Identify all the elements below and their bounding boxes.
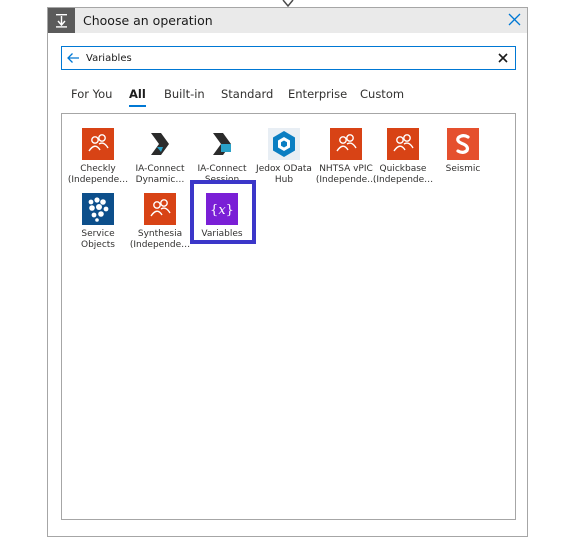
people-icon bbox=[144, 193, 176, 225]
connector-label: IA-Connect Dynamic… bbox=[135, 164, 185, 185]
search-box bbox=[61, 46, 516, 70]
connector-label: Seismic bbox=[445, 164, 481, 174]
people-icon bbox=[330, 128, 362, 160]
connector-nhtsa-vpic[interactable]: NHTSA vPIC (Independe… bbox=[315, 128, 377, 190]
ia-connect-session-icon bbox=[206, 128, 238, 160]
connector-variables[interactable]: {x} Variables bbox=[191, 193, 253, 255]
jedox-hexagon-icon bbox=[268, 128, 300, 160]
connector-label: Quickbase (Independe… bbox=[372, 164, 434, 185]
connector-ia-connect-dynamics[interactable]: IA-Connect Dynamic… bbox=[129, 128, 191, 190]
panel-title: Choose an operation bbox=[83, 13, 213, 28]
back-arrow-icon[interactable] bbox=[66, 51, 80, 65]
clear-search-icon[interactable] bbox=[498, 53, 508, 63]
connector-ia-connect-session[interactable]: IA-Connect Session bbox=[191, 128, 253, 190]
connector-label: Checkly (Independe… bbox=[67, 164, 129, 185]
service-objects-dots-icon bbox=[82, 193, 114, 225]
tab-enterprise[interactable]: Enterprise bbox=[288, 87, 347, 109]
tab-standard[interactable]: Standard bbox=[221, 87, 273, 109]
svg-text:{x}: {x} bbox=[210, 203, 234, 218]
panel-header: Choose an operation bbox=[48, 8, 527, 33]
connector-label: Synthesia (Independe… bbox=[129, 229, 191, 250]
connector-label: Jedox OData Hub bbox=[256, 164, 312, 185]
connector-checkly[interactable]: Checkly (Independe… bbox=[67, 128, 129, 190]
connector-label: IA-Connect Session bbox=[197, 164, 247, 185]
tab-built-in[interactable]: Built-in bbox=[164, 87, 205, 109]
connector-label: Service Objects bbox=[80, 229, 115, 250]
seismic-s-icon bbox=[447, 128, 479, 160]
connector-label: Variables bbox=[201, 229, 243, 239]
people-icon bbox=[82, 128, 114, 160]
curly-braces-x-icon: {x} bbox=[206, 193, 238, 225]
connector-synthesia[interactable]: Synthesia (Independe… bbox=[129, 193, 191, 255]
connector-quickbase[interactable]: Quickbase (Independe… bbox=[372, 128, 434, 190]
results-grid: Checkly (Independe… IA-Connect Dynamic… IA… bbox=[61, 113, 516, 520]
tab-for-you[interactable]: For You bbox=[71, 87, 112, 109]
operation-icon bbox=[48, 8, 75, 33]
ia-connect-dynamics-icon bbox=[144, 128, 176, 160]
connector-jedox-odata-hub[interactable]: Jedox OData Hub bbox=[253, 128, 315, 190]
connector-service-objects[interactable]: Service Objects bbox=[67, 193, 129, 255]
tab-all[interactable]: All bbox=[129, 87, 146, 109]
choose-operation-panel: Choose an operation For You All Built-in… bbox=[47, 7, 528, 537]
connector-seismic[interactable]: Seismic bbox=[432, 128, 494, 190]
close-icon[interactable] bbox=[508, 13, 521, 26]
search-input[interactable] bbox=[86, 49, 486, 67]
people-icon bbox=[387, 128, 419, 160]
tab-custom[interactable]: Custom bbox=[360, 87, 404, 109]
